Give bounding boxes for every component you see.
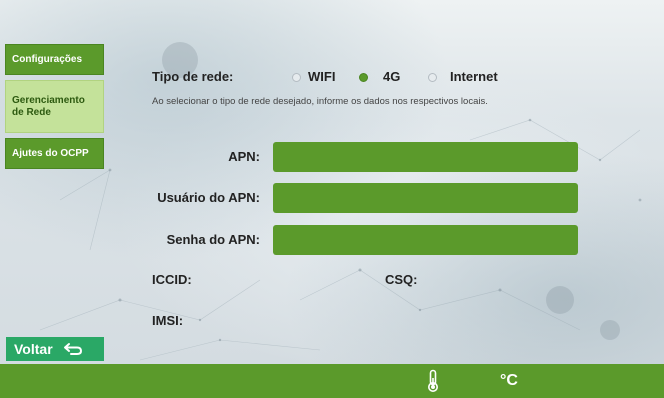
back-button-label: Voltar — [14, 341, 53, 357]
return-arrow-icon — [63, 343, 82, 355]
status-bar: °C — [0, 364, 664, 398]
radio-internet[interactable]: Internet — [426, 67, 516, 87]
sidebar-item-configuracoes[interactable]: Configurações — [5, 44, 104, 75]
radio-wifi-label: WIFI — [308, 69, 336, 84]
radio-wifi[interactable]: WIFI — [290, 67, 350, 87]
back-button[interactable]: Voltar — [6, 337, 104, 361]
radio-internet-indicator — [428, 73, 437, 82]
apn-label: APN: — [228, 149, 260, 164]
apn-user-label: Usuário do APN: — [157, 190, 260, 205]
sidebar-item-ajustes-ocpp[interactable]: Ajutes do OCPP — [5, 138, 104, 169]
imsi-label: IMSI: — [152, 313, 184, 328]
iccid-label: ICCID: — [152, 272, 192, 287]
network-type-label: Tipo de rede: — [152, 69, 234, 84]
apn-password-field[interactable] — [273, 225, 578, 255]
apn-field[interactable] — [273, 142, 578, 172]
apn-password-label: Senha do APN: — [166, 232, 260, 247]
sidebar-item-label: Configurações — [12, 53, 83, 65]
apn-user-field[interactable] — [273, 183, 578, 213]
temperature-unit: °C — [500, 372, 518, 389]
radio-internet-label: Internet — [450, 69, 498, 84]
csq-label: CSQ: — [385, 272, 418, 287]
sidebar-item-label: Ajutes do OCPP — [12, 147, 89, 159]
sidebar-item-label: Gerenciamento de Rede — [12, 94, 85, 118]
thermometer-icon — [428, 369, 438, 392]
radio-4g-label: 4G — [383, 69, 401, 84]
radio-wifi-indicator — [292, 73, 301, 82]
network-hint: Ao selecionar o tipo de rede desejado, i… — [152, 96, 488, 107]
radio-4g-indicator — [359, 73, 368, 82]
sidebar-item-gerenciamento-de-rede[interactable]: Gerenciamento de Rede — [5, 80, 104, 133]
radio-4g[interactable]: 4G — [357, 67, 407, 87]
